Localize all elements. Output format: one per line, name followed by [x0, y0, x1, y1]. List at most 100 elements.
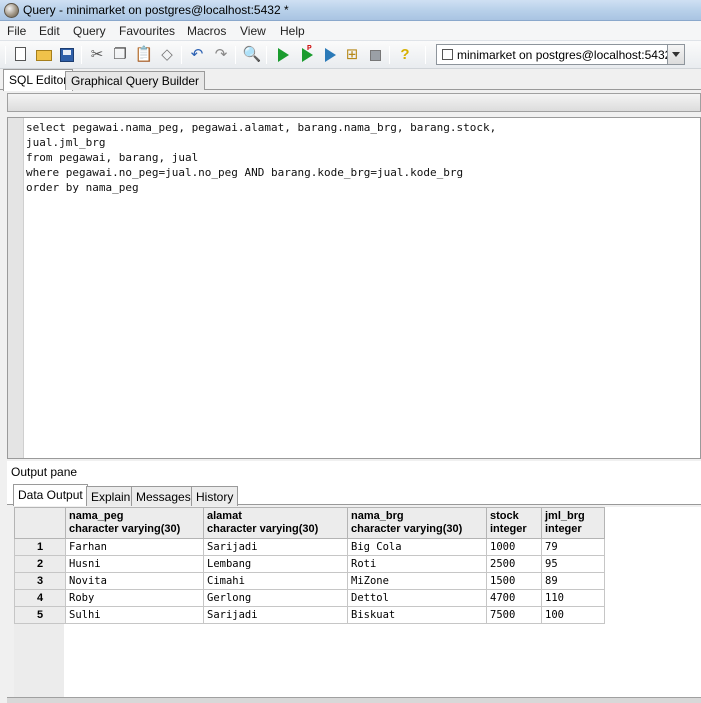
table-cell[interactable]: 79	[541, 538, 605, 556]
table-cell[interactable]: 7500	[486, 606, 542, 624]
menu-macros[interactable]: Macros	[187, 24, 226, 38]
menu-favourites[interactable]: Favourites	[119, 24, 175, 38]
chevron-down-icon[interactable]	[667, 45, 684, 64]
editor-gutter	[8, 118, 24, 458]
table-cell[interactable]: Novita	[65, 572, 204, 590]
menu-edit[interactable]: Edit	[39, 24, 60, 38]
execute-query-icon[interactable]	[272, 45, 292, 65]
table-row[interactable]: 1 Farhan Sarijadi Big Cola 1000 79	[14, 538, 605, 556]
column-type: character varying(30)	[69, 523, 181, 535]
table-row[interactable]: 3 Novita Cimahi MiZone 1500 89	[14, 572, 605, 590]
menu-file[interactable]: File	[7, 24, 26, 38]
column-header-stock[interactable]: stock integer	[486, 507, 542, 539]
table-cell[interactable]: Cimahi	[203, 572, 348, 590]
tab-sql-editor[interactable]: SQL Editor	[3, 69, 74, 91]
new-file-icon[interactable]	[11, 45, 31, 65]
table-cell[interactable]: Lembang	[203, 555, 348, 573]
table-cell[interactable]: Husni	[65, 555, 204, 573]
output-pane-header: Output pane	[7, 461, 701, 483]
pgadmin-app-icon	[4, 3, 19, 18]
column-name: stock	[490, 510, 519, 522]
toolbar-separator	[425, 46, 426, 64]
table-cell[interactable]: 4700	[486, 589, 542, 607]
toolbar-separator	[5, 46, 6, 64]
table-cell[interactable]: MiZone	[347, 572, 487, 590]
row-number[interactable]: 5	[14, 606, 66, 624]
row-number[interactable]: 4	[14, 589, 66, 607]
column-type: integer	[545, 523, 582, 535]
explain-query-icon[interactable]: ⊞	[342, 45, 362, 65]
table-cell[interactable]: 100	[541, 606, 605, 624]
connection-checkbox-icon	[442, 49, 453, 60]
tab-history[interactable]: History	[191, 486, 239, 506]
table-cell[interactable]: 1000	[486, 538, 542, 556]
help-icon[interactable]: ?	[395, 45, 415, 65]
menu-query[interactable]: Query	[73, 24, 106, 38]
redo-icon[interactable]: ↷	[211, 45, 231, 65]
table-cell[interactable]: Roby	[65, 589, 204, 607]
table-row[interactable]: 5 Sulhi Sarijadi Biskuat 7500 100	[14, 606, 605, 624]
table-cell[interactable]: Gerlong	[203, 589, 348, 607]
save-icon[interactable]	[57, 45, 77, 65]
column-type: integer	[490, 523, 527, 535]
window-title: Query - minimarket on postgres@localhost…	[23, 3, 289, 17]
table-cell[interactable]: 95	[541, 555, 605, 573]
table-cell[interactable]: Farhan	[65, 538, 204, 556]
menu-view[interactable]: View	[240, 24, 266, 38]
tab-messages[interactable]: Messages	[131, 486, 196, 506]
output-tabs: Data Output Explain Messages History	[7, 483, 701, 506]
column-header-jml-brg[interactable]: jml_brg integer	[541, 507, 605, 539]
sql-editor[interactable]: select pegawai.nama_peg, pegawai.alamat,…	[7, 117, 701, 459]
undo-icon[interactable]: ↶	[187, 45, 207, 65]
data-output-grid: nama_peg character varying(30) alamat char…	[14, 507, 701, 697]
table-cell[interactable]: 2500	[486, 555, 542, 573]
row-number[interactable]: 2	[14, 555, 66, 573]
table-row[interactable]: 4 Roby Gerlong Dettol 4700 110	[14, 589, 605, 607]
open-folder-icon[interactable]	[34, 45, 54, 65]
copy-icon[interactable]: ❐	[110, 45, 130, 65]
execute-pgscript-icon[interactable]: P	[296, 45, 316, 65]
table-header-row: nama_peg character varying(30) alamat char…	[14, 507, 605, 539]
find-icon[interactable]: 🔍	[242, 45, 262, 65]
column-name: nama_brg	[351, 510, 404, 522]
result-table: nama_peg character varying(30) alamat char…	[14, 507, 605, 624]
clear-icon[interactable]: ◇	[157, 45, 177, 65]
cut-icon[interactable]: ✂	[87, 45, 107, 65]
column-header-nama-brg[interactable]: nama_brg character varying(30)	[347, 507, 487, 539]
toolbar-separator	[235, 46, 236, 64]
table-cell[interactable]: 89	[541, 572, 605, 590]
bottom-scrollbar[interactable]	[7, 697, 701, 703]
column-name: nama_peg	[69, 510, 124, 522]
table-cell[interactable]: Biskuat	[347, 606, 487, 624]
column-header-nama-peg[interactable]: nama_peg character varying(30)	[65, 507, 204, 539]
cancel-query-icon[interactable]	[365, 45, 385, 65]
column-name: jml_brg	[545, 510, 585, 522]
code-line: where pegawai.no_peg=jual.no_peg AND bar…	[26, 166, 464, 179]
corner-header-cell[interactable]	[14, 507, 66, 539]
column-type: character varying(30)	[207, 523, 319, 535]
table-cell[interactable]: Sarijadi	[203, 538, 348, 556]
tab-data-output[interactable]: Data Output	[13, 484, 88, 506]
connection-text: minimarket on postgres@localhost:5432	[457, 48, 672, 62]
execute-to-file-icon[interactable]	[319, 45, 339, 65]
table-cell[interactable]: Roti	[347, 555, 487, 573]
table-cell[interactable]: 1500	[486, 572, 542, 590]
row-number[interactable]: 1	[14, 538, 66, 556]
table-cell[interactable]: Dettol	[347, 589, 487, 607]
table-cell[interactable]: Sulhi	[65, 606, 204, 624]
connection-select[interactable]: minimarket on postgres@localhost:5432	[436, 44, 685, 65]
menu-help[interactable]: Help	[280, 24, 305, 38]
column-header-alamat[interactable]: alamat character varying(30)	[203, 507, 348, 539]
code-line: from pegawai, barang, jual	[26, 151, 199, 164]
table-cell[interactable]: Sarijadi	[203, 606, 348, 624]
row-number[interactable]: 3	[14, 572, 66, 590]
table-cell[interactable]: Big Cola	[347, 538, 487, 556]
table-row[interactable]: 2 Husni Lembang Roti 2500 95	[14, 555, 605, 573]
tab-explain[interactable]: Explain	[86, 486, 136, 506]
table-cell[interactable]: 110	[541, 589, 605, 607]
tab-graphical-query-builder[interactable]: Graphical Query Builder	[65, 71, 206, 90]
paste-icon[interactable]: 📋	[134, 45, 154, 65]
toolbar-separator	[81, 46, 82, 64]
code-line: order by nama_peg	[26, 181, 139, 194]
toolbar-separator	[181, 46, 182, 64]
